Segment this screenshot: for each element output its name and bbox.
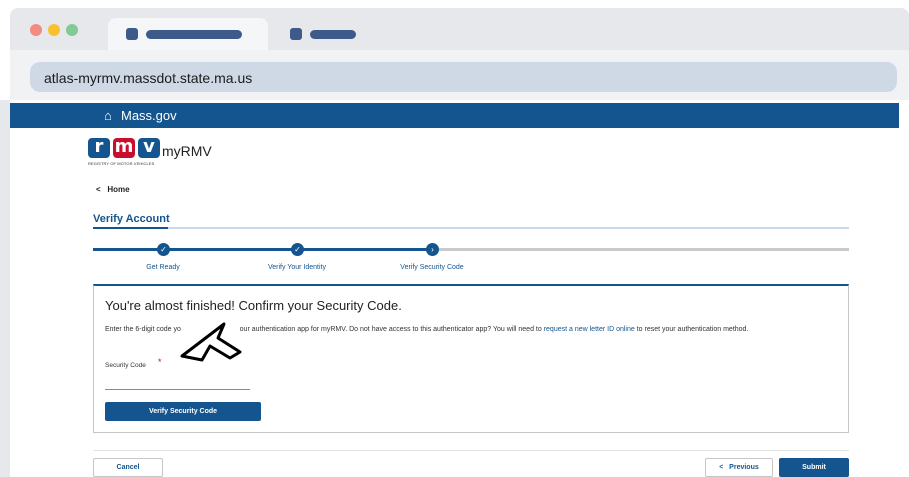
window-left-edge — [0, 100, 10, 477]
browser-tab-active[interactable] — [108, 18, 268, 50]
required-asterisk: * — [158, 357, 162, 367]
home-icon[interactable]: ⌂ — [104, 108, 112, 123]
rmv-logo-v: v — [138, 138, 160, 158]
stepper-line-pending — [430, 248, 849, 251]
rmv-logo-subtitle: REGISTRY OF MOTOR VEHICLES — [88, 161, 155, 166]
breadcrumb[interactable]: < Home — [96, 185, 130, 194]
instructions-text-end: to reset your authentication method. — [634, 326, 749, 333]
title-divider-accent — [93, 227, 168, 229]
tab-title-placeholder — [310, 30, 356, 39]
step-label-verify-security-code: Verify Security Code — [400, 264, 464, 271]
instructions-text-start: Enter the 6-digit code yo — [105, 326, 181, 333]
app-name: myRMV — [162, 143, 212, 159]
title-divider — [93, 227, 849, 229]
mouse-pointer-icon — [180, 322, 242, 362]
address-bar-url[interactable]: atlas-myrmv.massdot.state.ma.us — [44, 70, 252, 86]
previous-button[interactable]: < Previous — [705, 458, 773, 477]
breadcrumb-home[interactable]: Home — [107, 185, 129, 194]
footer-divider — [93, 450, 849, 451]
rmv-logo-m: m — [113, 136, 135, 158]
minimize-window-dot[interactable] — [48, 24, 60, 36]
request-letter-link[interactable]: request a new letter ID online — [544, 326, 635, 333]
submit-button[interactable]: Submit — [779, 458, 849, 477]
stepper-line-complete — [93, 248, 430, 251]
card-heading: You're almost finished! Confirm your Sec… — [105, 298, 402, 313]
browser-window: atlas-myrmv.massdot.state.ma.us ⌂ Mass.g… — [0, 0, 909, 477]
step-label-verify-identity: Verify Your Identity — [268, 264, 326, 271]
maximize-window-dot[interactable] — [66, 24, 78, 36]
step-3-current-icon: › — [426, 243, 439, 256]
security-code-input[interactable] — [105, 376, 250, 390]
tab-title-placeholder — [146, 30, 242, 39]
browser-tab-inactive[interactable] — [284, 22, 364, 44]
chevron-left-icon: < — [96, 185, 101, 194]
chevron-left-icon: < — [719, 464, 724, 471]
tab-favicon-icon — [126, 28, 138, 40]
cancel-button[interactable]: Cancel — [93, 458, 163, 477]
page-title: Verify Account — [93, 213, 170, 225]
tab-favicon-icon — [290, 28, 302, 40]
step-label-get-ready: Get Ready — [146, 264, 180, 271]
step-1-check-icon: ✓ — [157, 243, 170, 256]
verify-security-code-button[interactable]: Verify Security Code — [105, 402, 261, 421]
mass-gov-link[interactable]: Mass.gov — [121, 108, 177, 123]
close-window-dot[interactable] — [30, 24, 42, 36]
step-2-check-icon: ✓ — [291, 243, 304, 256]
instructions-text-middle: our authentication app for myRMV. Do not… — [239, 326, 544, 333]
rmv-logo-r: r — [88, 138, 110, 158]
security-code-label: Security Code — [105, 362, 146, 369]
previous-label: Previous — [729, 464, 759, 471]
